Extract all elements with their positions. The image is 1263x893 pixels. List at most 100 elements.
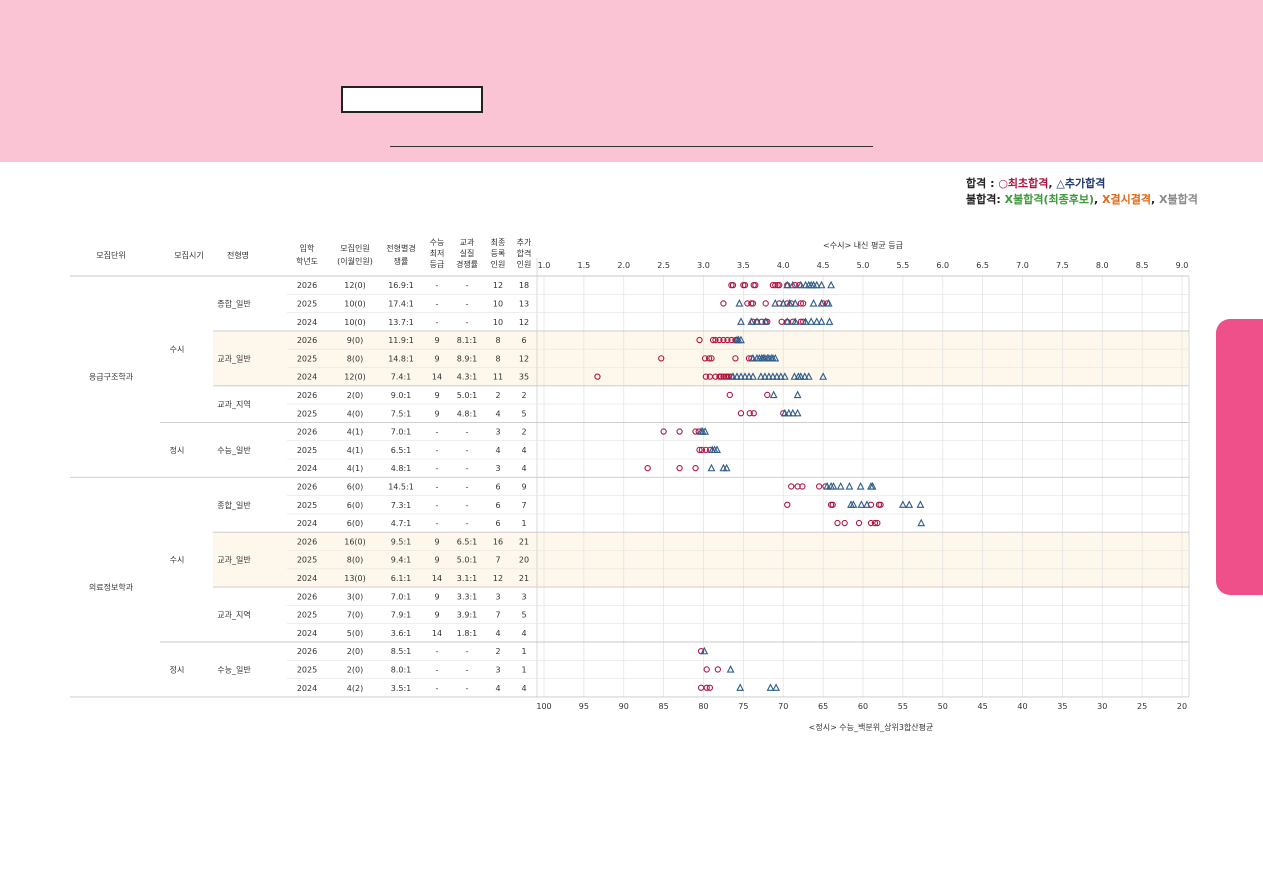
first-pass-marker [784,501,791,508]
table-cell: 3 [495,464,500,473]
table-cell: 35 [519,373,529,382]
table-cell: 13 [519,299,529,308]
table-cell: - [466,684,469,693]
table-header-cell: 등록 [491,249,506,258]
table-cell: 2026 [297,537,317,546]
table-cell: 12 [519,354,529,363]
table-cell: 14.8:1 [388,354,414,363]
table-cell: 21 [519,574,529,583]
table-cell: 6 [495,519,500,528]
table-cell: 2 [521,391,526,400]
table-cell: 4.8:1 [391,464,412,473]
table-cell: 4 [495,409,500,418]
table-header-cell: 등급 [430,260,445,269]
first-pass-marker [676,464,683,472]
table-cell: 2026 [297,482,317,491]
table-cell: 1 [521,519,526,528]
bottom-axis-label: <정시> 수능_백분위_상위3합산평균 [809,722,934,732]
additional-pass-marker [845,482,854,490]
table-cell: 2024 [297,629,317,638]
admission-chart: 모집단위 모집시기 전형명입학학년도모집인원(이월인원)전형별경쟁률수능최저등급교과… [70,237,1190,732]
table-cell: 20 [519,556,529,565]
table-cell: 4.7:1 [391,519,412,528]
table-header-cell: (이월인원) [337,256,373,266]
table-cell: 12(0) [344,373,366,382]
table-header-cell: 입학 [300,243,315,253]
table-cell: 2026 [297,647,317,656]
first-pass-marker [676,428,683,435]
table-cell: 2(0) [347,647,363,656]
additional-pass-marker [807,317,816,325]
table-cell: - [436,464,439,473]
bottom-axis-tick: 70 [778,702,788,711]
table-cell: 16(0) [344,537,366,546]
table-cell: - [436,647,439,656]
bottom-axis-tick: 95 [579,702,589,711]
additional-pass-marker [707,463,716,472]
table-cell: 11.9:1 [388,336,414,345]
table-cell: 6 [521,336,526,345]
additional-pass-marker [857,500,866,508]
table-cell: 4(1) [347,464,363,473]
table-cell: 12 [519,318,529,327]
table-cell: 6.1:1 [391,574,412,583]
table-cell: 1 [521,665,526,674]
table-cell: 21 [519,537,529,546]
top-axis-tick: 6.0 [936,261,949,270]
additional-pass-marker [817,317,826,325]
table-cell: 8.5:1 [391,647,412,656]
table-header-cell: 모집시기 [174,250,203,260]
type-name-cell: 수능_일반 [217,665,251,674]
bottom-axis-tick: 20 [1177,702,1187,711]
top-axis-tick: 1.5 [578,261,591,270]
table-cell: 2025 [297,446,317,455]
table-cell: 5.0:1 [457,391,478,400]
table-cell: 14 [432,574,442,583]
table-header-cell: 경쟁률 [456,259,478,269]
additional-pass-marker [722,463,731,472]
table-cell: 4.8:1 [457,409,478,418]
top-axis-tick: 3.5 [737,261,750,270]
first-pass-marker [815,483,823,490]
table-cell: 13.7:1 [388,318,414,327]
table-cell: 2(0) [347,391,363,400]
table-cell: 6(0) [347,482,363,491]
top-axis-tick: 1.0 [538,261,551,270]
table-cell: 3 [521,592,526,601]
bottom-axis-tick: 85 [659,702,669,711]
table-cell: 4 [521,684,526,693]
table-cell: 7 [495,556,500,565]
table-header-cell: 모집인원 [340,243,369,253]
table-cell: 3 [495,665,500,674]
table-cell: 7.5:1 [391,409,412,418]
table-cell: 9 [521,482,526,491]
period-name-cell: 정시 [170,445,185,455]
table-cell: 9(0) [347,336,363,345]
bottom-axis-tick: 45 [978,702,988,711]
top-axis-label: <수시> 내신 평균 등급 [823,240,903,250]
bottom-axis-tick: 55 [898,702,908,711]
table-cell: 2024 [297,373,317,382]
type-name-cell: 교과_지역 [217,399,250,409]
table-cell: - [466,446,469,455]
table-cell: 10 [493,318,503,327]
table-cell: 1.8:1 [457,629,478,638]
table-cell: 2026 [297,281,317,290]
additional-pass-marker [817,280,826,289]
top-axis-tick: 8.5 [1136,261,1149,270]
table-cell: 2025 [297,409,317,418]
table-header-cell: 전형명 [227,250,249,260]
first-pass-marker [762,300,769,307]
additional-pass-marker [772,683,780,691]
first-pass-marker [697,684,705,691]
top-axis-tick: 4.5 [817,261,830,270]
table-cell: - [436,428,439,437]
table-cell: 2026 [297,391,317,400]
first-pass-marker [834,519,841,527]
table-header-cell: 수능 [430,238,445,247]
table-cell: 18 [519,281,529,290]
table-cell: 9 [434,391,439,400]
table-header-cell: 추가 [517,238,532,247]
table-cell: 3.3:1 [457,592,478,601]
table-header-cell: 인원 [491,259,506,269]
